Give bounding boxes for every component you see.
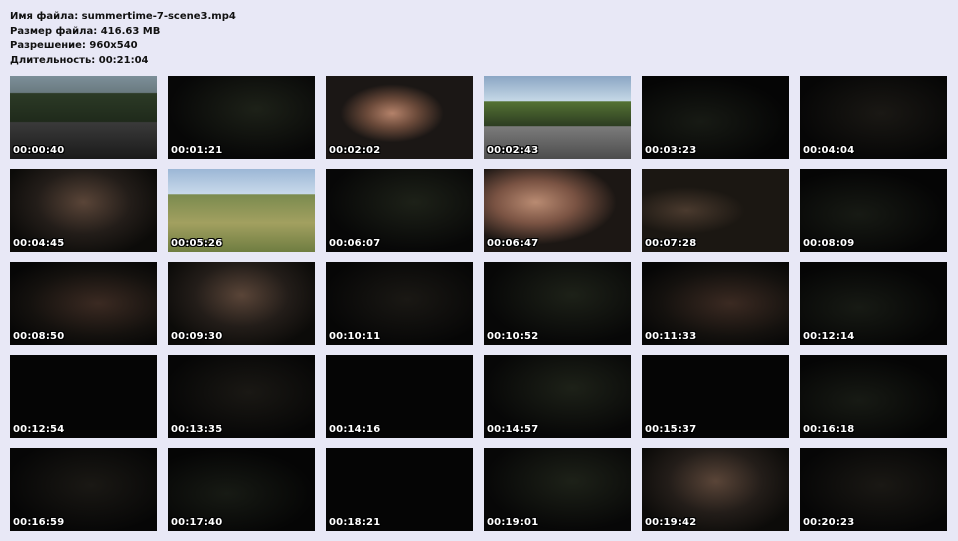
thumbnail-frame[interactable]: 00:20:23 [800, 448, 947, 531]
thumbnail-timestamp: 00:04:04 [803, 145, 855, 156]
thumbnail-timestamp: 00:02:43 [487, 145, 539, 156]
thumbnail-frame[interactable]: 00:14:16 [326, 355, 473, 438]
thumbnail-frame[interactable]: 00:02:43 [484, 76, 631, 159]
thumbnail-grid: 00:00:40 00:01:21 00:02:02 00:02:43 00:0… [10, 76, 947, 531]
thumbnail-timestamp: 00:13:35 [171, 424, 223, 435]
duration-line: Длительность: 00:21:04 [10, 54, 149, 66]
file-info-panel: Имя файла: summertime-7-scene3.mp4 Разме… [10, 10, 236, 68]
thumbnail-timestamp: 00:17:40 [171, 517, 223, 528]
thumbnail-timestamp: 00:14:57 [487, 424, 539, 435]
thumbnail-timestamp: 00:04:45 [13, 238, 65, 249]
thumbnail-frame[interactable]: 00:14:57 [484, 355, 631, 438]
thumbnail-frame[interactable]: 00:11:33 [642, 262, 789, 345]
thumbnail-frame[interactable]: 00:13:35 [168, 355, 315, 438]
thumbnail-frame[interactable]: 00:10:11 [326, 262, 473, 345]
thumbnail-frame[interactable]: 00:19:42 [642, 448, 789, 531]
thumbnail-frame[interactable]: 00:12:54 [10, 355, 157, 438]
thumbnail-frame[interactable]: 00:17:40 [168, 448, 315, 531]
thumbnail-frame[interactable]: 00:00:40 [10, 76, 157, 159]
file-name-line: Имя файла: summertime-7-scene3.mp4 [10, 11, 236, 22]
thumbnail-timestamp: 00:12:54 [13, 424, 65, 435]
thumbnail-timestamp: 00:06:07 [329, 238, 381, 249]
thumbnail-frame[interactable]: 00:09:30 [168, 262, 315, 345]
thumbnail-timestamp: 00:07:28 [645, 238, 697, 249]
thumbnail-frame[interactable]: 00:06:07 [326, 169, 473, 252]
thumbnail-timestamp: 00:12:14 [803, 331, 855, 342]
thumbnail-timestamp: 00:19:42 [645, 517, 697, 528]
thumbnail-timestamp: 00:10:11 [329, 331, 381, 342]
thumbnail-timestamp: 00:16:59 [13, 517, 65, 528]
thumbnail-timestamp: 00:06:47 [487, 238, 539, 249]
thumbnail-timestamp: 00:05:26 [171, 238, 223, 249]
thumbnail-timestamp: 00:14:16 [329, 424, 381, 435]
thumbnail-timestamp: 00:10:52 [487, 331, 539, 342]
thumbnail-frame[interactable]: 00:12:14 [800, 262, 947, 345]
thumbnail-timestamp: 00:09:30 [171, 331, 223, 342]
thumbnail-frame[interactable]: 00:16:18 [800, 355, 947, 438]
thumbnail-frame[interactable]: 00:01:21 [168, 76, 315, 159]
thumbnail-frame[interactable]: 00:10:52 [484, 262, 631, 345]
thumbnail-frame[interactable]: 00:03:23 [642, 76, 789, 159]
thumbnail-timestamp: 00:11:33 [645, 331, 697, 342]
thumbnail-frame[interactable]: 00:06:47 [484, 169, 631, 252]
thumbnail-frame[interactable]: 00:15:37 [642, 355, 789, 438]
thumbnail-timestamp: 00:02:02 [329, 145, 381, 156]
thumbnail-timestamp: 00:20:23 [803, 517, 855, 528]
thumbnail-frame[interactable]: 00:02:02 [326, 76, 473, 159]
thumbnail-timestamp: 00:15:37 [645, 424, 697, 435]
thumbnail-timestamp: 00:01:21 [171, 145, 223, 156]
thumbnail-timestamp: 00:16:18 [803, 424, 855, 435]
file-size-line: Размер файла: 416.63 MB [10, 25, 161, 37]
thumbnail-timestamp: 00:08:50 [13, 331, 65, 342]
thumbnail-frame[interactable]: 00:08:50 [10, 262, 157, 345]
thumbnail-frame[interactable]: 00:19:01 [484, 448, 631, 531]
thumbnail-timestamp: 00:03:23 [645, 145, 697, 156]
thumbnail-frame[interactable]: 00:16:59 [10, 448, 157, 531]
resolution-line: Разрешение: 960x540 [10, 40, 138, 51]
thumbnail-frame[interactable]: 00:07:28 [642, 169, 789, 252]
thumbnail-timestamp: 00:18:21 [329, 517, 381, 528]
thumbnail-timestamp: 00:00:40 [13, 145, 65, 156]
thumbnail-frame[interactable]: 00:08:09 [800, 169, 947, 252]
thumbnail-frame[interactable]: 00:18:21 [326, 448, 473, 531]
thumbnail-frame[interactable]: 00:04:04 [800, 76, 947, 159]
thumbnail-timestamp: 00:08:09 [803, 238, 855, 249]
thumbnail-timestamp: 00:19:01 [487, 517, 539, 528]
thumbnail-frame[interactable]: 00:04:45 [10, 169, 157, 252]
thumbnail-frame[interactable]: 00:05:26 [168, 169, 315, 252]
